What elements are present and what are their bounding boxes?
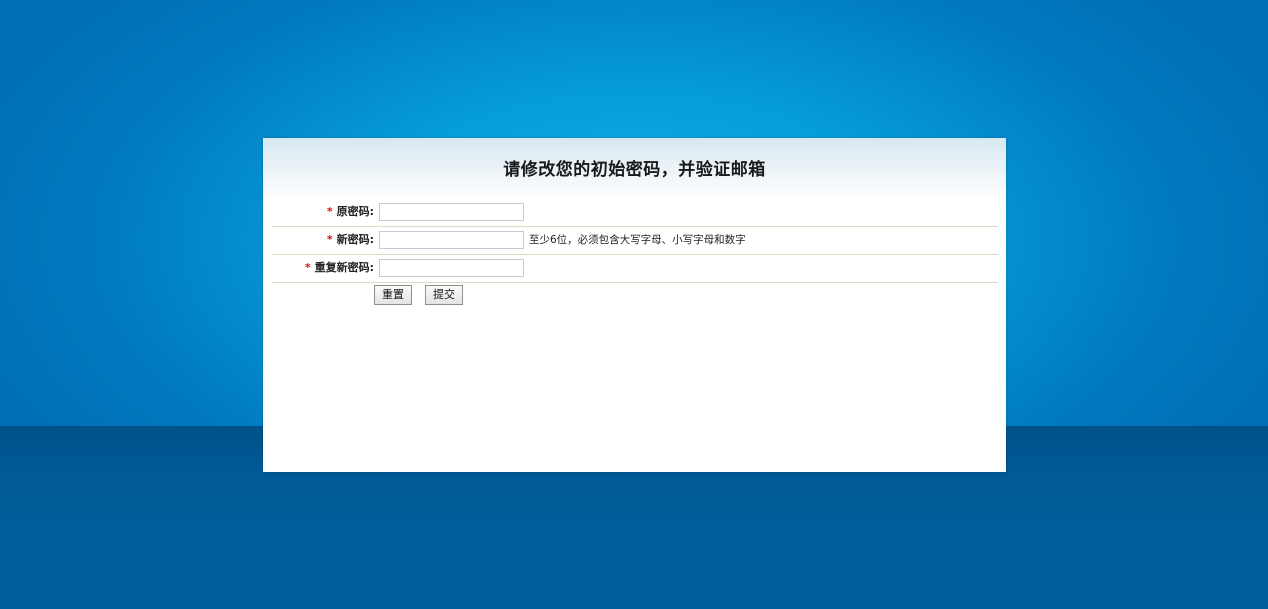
submit-button[interactable]: 提交 [425, 285, 463, 305]
panel-header: 请修改您的初始密码，并验证邮箱 [263, 138, 1006, 200]
repeat-password-row: * 重复新密码: [272, 254, 998, 283]
required-mark: * [304, 261, 311, 274]
change-password-panel: 请修改您的初始密码，并验证邮箱 * 原密码: * 新密码: 至少6位，必须包含大写字… [263, 138, 1006, 472]
required-mark: * [326, 205, 333, 218]
new-password-input[interactable] [379, 231, 524, 249]
new-password-label: * 新密码: [272, 226, 374, 254]
old-password-input[interactable] [379, 203, 524, 221]
required-mark: * [326, 233, 333, 246]
new-password-row: * 新密码: 至少6位，必须包含大写字母、小写字母和数字 [272, 226, 998, 255]
reset-button[interactable]: 重置 [374, 285, 412, 305]
repeat-password-input[interactable] [379, 259, 524, 277]
old-password-label: * 原密码: [272, 198, 374, 226]
repeat-password-label-text: 重复新密码: [314, 261, 374, 274]
new-password-label-text: 新密码: [336, 233, 374, 246]
new-password-hint: 至少6位，必须包含大写字母、小写字母和数字 [529, 234, 746, 246]
repeat-password-label: * 重复新密码: [272, 254, 374, 282]
old-password-label-text: 原密码: [336, 205, 374, 218]
page-title: 请修改您的初始密码，并验证邮箱 [503, 160, 766, 180]
old-password-row: * 原密码: [272, 198, 998, 227]
